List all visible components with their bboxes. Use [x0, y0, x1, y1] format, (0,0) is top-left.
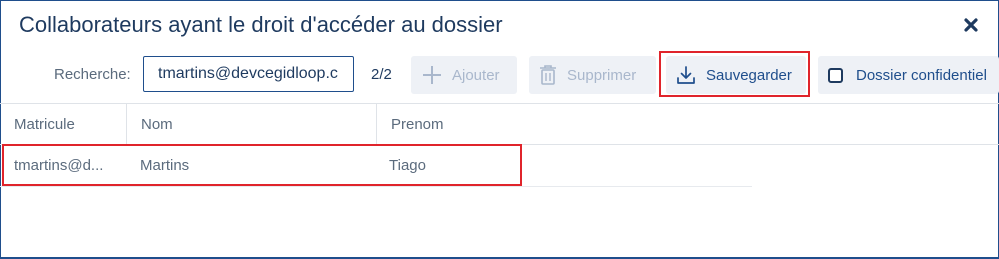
dialog-title: Collaborateurs ayant le droit d'accéder … — [19, 12, 503, 37]
cell-prenom: Tiago — [389, 157, 426, 174]
trash-icon — [540, 65, 556, 85]
search-label: Recherche: — [54, 66, 131, 83]
add-button[interactable]: Ajouter — [411, 56, 517, 94]
delete-button[interactable]: Supprimer — [529, 56, 656, 94]
column-header-matricule[interactable]: Matricule — [0, 104, 126, 145]
add-button-label: Ajouter — [452, 66, 500, 84]
column-header-nom[interactable]: Nom — [126, 104, 376, 145]
column-header-prenom[interactable]: Prenom — [376, 104, 999, 145]
cell-nom: Martins — [140, 157, 190, 174]
confidential-toggle[interactable]: Dossier confidentiel — [818, 56, 999, 94]
cell-matricule: tmartins@d... — [14, 157, 104, 174]
confidential-checkbox[interactable] — [828, 67, 843, 83]
search-input[interactable] — [143, 56, 354, 92]
plus-icon — [423, 66, 441, 84]
delete-button-label: Supprimer — [567, 66, 637, 84]
save-button-label: Sauvegarder — [706, 66, 792, 84]
table-row[interactable]: tmartins@d... Martins Tiago — [0, 145, 752, 187]
save-button[interactable]: Sauvegarder — [666, 56, 806, 94]
confidential-label: Dossier confidentiel — [856, 66, 987, 84]
result-count: 2/2 — [371, 66, 392, 83]
close-icon[interactable] — [961, 15, 981, 35]
download-icon — [677, 66, 695, 84]
